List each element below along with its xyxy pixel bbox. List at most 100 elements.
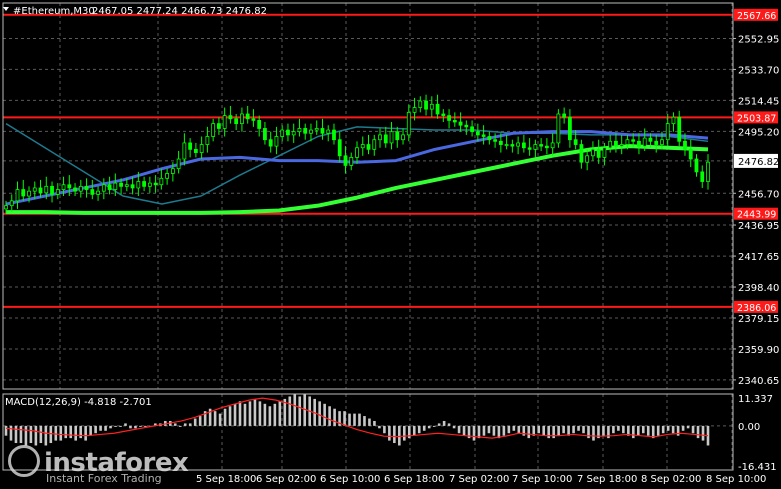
macd-histogram-bar xyxy=(109,425,112,429)
candle-body xyxy=(147,182,152,187)
candle-body xyxy=(113,182,118,190)
candle-body xyxy=(90,189,95,195)
candle-body xyxy=(378,134,382,141)
macd-histogram-bar xyxy=(646,425,650,436)
candle-body xyxy=(222,115,227,129)
candle-body xyxy=(464,124,469,128)
macd-histogram-bar xyxy=(44,425,48,446)
macd-histogram-bar xyxy=(288,396,292,426)
candle-body xyxy=(136,181,141,189)
macd-histogram-bar xyxy=(378,425,381,429)
macd-histogram-bar xyxy=(218,413,222,426)
candle-body xyxy=(441,113,446,116)
macd-histogram-bar xyxy=(293,394,297,426)
candle-body xyxy=(349,156,354,166)
candle-body xyxy=(452,120,457,123)
macd-histogram-bar xyxy=(656,425,660,436)
macd-histogram-bar xyxy=(602,425,605,436)
macd-histogram-bar xyxy=(452,425,456,429)
logo-mark-icon xyxy=(8,445,40,477)
level-price-label: 2503.87 xyxy=(737,113,776,124)
candle-body xyxy=(406,111,411,136)
macd-histogram-bar xyxy=(507,425,511,434)
macd-histogram-bar xyxy=(572,425,575,434)
macd-histogram-bar xyxy=(487,425,491,434)
candle-body xyxy=(688,148,693,160)
candle-body xyxy=(550,142,555,149)
candle-body xyxy=(429,103,434,110)
macd-histogram-bar xyxy=(427,425,431,429)
macd-histogram-bar xyxy=(248,401,252,426)
macd-histogram-bar xyxy=(188,423,192,426)
candle-body xyxy=(556,113,561,144)
candle-body xyxy=(516,142,521,147)
candle-body xyxy=(372,139,377,150)
macd-histogram-bar xyxy=(542,425,546,436)
macd-histogram-bar xyxy=(268,406,272,426)
candle-body xyxy=(544,145,549,149)
macd-histogram-bar xyxy=(134,425,137,429)
macd-histogram-bar xyxy=(641,425,645,434)
price-tick-label: 2436.95 xyxy=(738,221,779,232)
candle-body xyxy=(297,128,302,133)
candle-body xyxy=(602,147,607,158)
macd-histogram-bar xyxy=(632,425,635,439)
macd-histogram-bar xyxy=(228,406,232,426)
candle-body xyxy=(694,158,699,173)
candle-body xyxy=(176,158,181,170)
candle-body xyxy=(55,189,60,195)
candle-body xyxy=(562,113,567,118)
macd-histogram-bar xyxy=(124,423,127,426)
macd-histogram-bar xyxy=(417,425,421,434)
candle-body xyxy=(591,148,595,157)
macd-histogram-bar xyxy=(547,425,550,439)
macd-histogram-bar xyxy=(442,420,446,426)
candle-body xyxy=(263,128,267,141)
price-tick-label: 2340.65 xyxy=(738,376,779,387)
macd-histogram-bar xyxy=(298,396,302,426)
macd-histogram-bar xyxy=(84,425,87,441)
candle-body xyxy=(360,144,365,149)
macd-histogram-bar xyxy=(14,425,18,444)
logo-tagline: Instant Forex Trading xyxy=(46,472,162,485)
candle-body xyxy=(337,139,342,157)
candle-body xyxy=(107,184,112,190)
macd-histogram-bar xyxy=(238,401,242,426)
macd-histogram-bar xyxy=(383,425,386,434)
macd-histogram-bar xyxy=(114,425,117,427)
candle-body xyxy=(130,184,135,189)
candle-body xyxy=(44,185,49,194)
time-tick-label: 7 Sep 10:00 xyxy=(512,474,572,485)
macd-histogram-bar xyxy=(681,425,685,431)
macd-histogram-bar xyxy=(552,425,555,439)
candle-body xyxy=(96,190,100,195)
price-tick-label: 2514.45 xyxy=(738,96,779,107)
macd-histogram-bar xyxy=(139,425,142,427)
macd-histogram-bar xyxy=(661,425,665,434)
candle-body xyxy=(671,116,676,125)
macd-histogram-bar xyxy=(388,425,391,441)
macd-histogram-bar xyxy=(363,416,366,426)
macd-axis: 11.337 0.00 -16.431 xyxy=(738,394,777,473)
macd-histogram-bar xyxy=(79,425,82,439)
macd-histogram-bar xyxy=(213,411,217,426)
candle-body xyxy=(493,139,497,142)
candle-body xyxy=(291,131,296,136)
macd-histogram-bar xyxy=(492,425,496,436)
macd-histogram-bar xyxy=(89,425,92,436)
level-price-label: 2443.99 xyxy=(737,210,776,221)
candle-body xyxy=(15,189,20,202)
candle-body xyxy=(170,168,175,174)
symbol-dropdown-icon[interactable] xyxy=(3,7,9,11)
candle-body xyxy=(447,115,451,121)
candle-body xyxy=(32,187,37,192)
candle-body xyxy=(475,131,480,136)
macd-histogram-bar xyxy=(636,425,640,436)
candle-body xyxy=(487,136,492,141)
macd-histogram-bar xyxy=(4,425,8,436)
instaforex-logo: instaforex Instant Forex Trading xyxy=(8,445,189,485)
candle-body xyxy=(654,140,659,145)
candle-body xyxy=(614,140,618,147)
candle-body xyxy=(27,190,31,197)
candle-body xyxy=(50,185,54,195)
